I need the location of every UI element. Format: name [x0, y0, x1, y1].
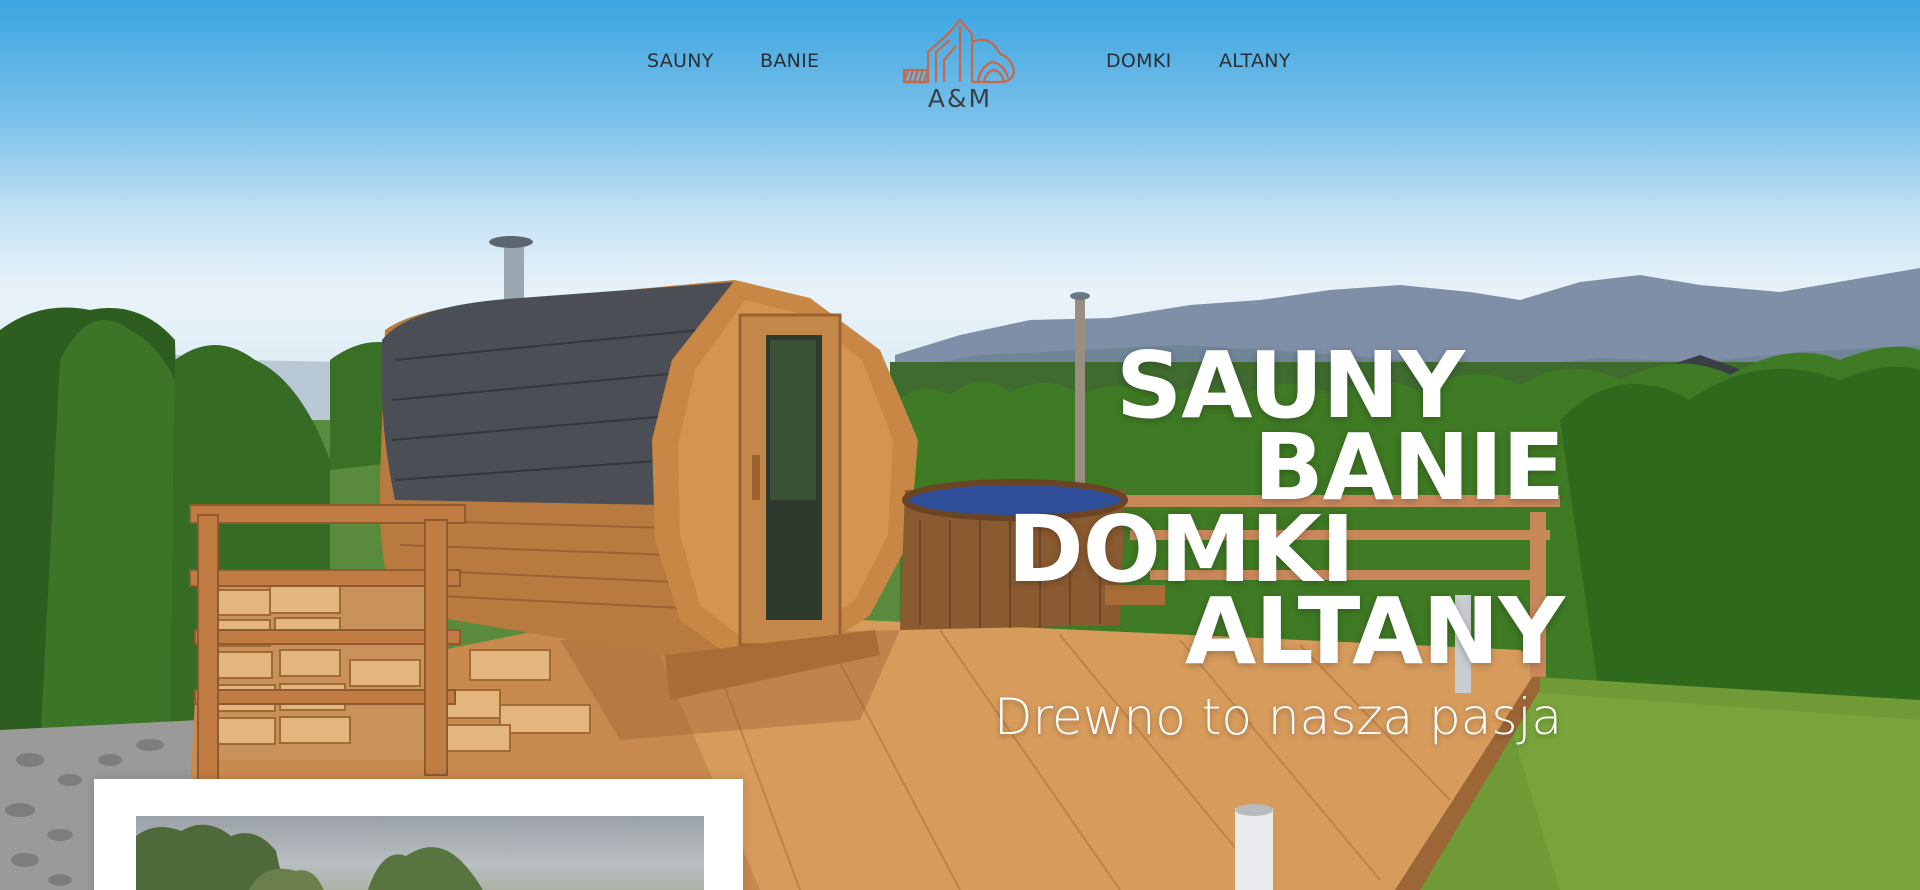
- featured-card[interactable]: [94, 779, 743, 890]
- hero-tagline: Drewno to nasza pasja: [994, 688, 1562, 746]
- nav-link-banie[interactable]: BANIE: [760, 50, 819, 72]
- brand-logo-text: A&M: [927, 84, 993, 113]
- nav-link-domki[interactable]: DOMKI: [1106, 50, 1172, 72]
- hero-headline: SAUNY BANIE DOMKI ALTANY: [944, 340, 1565, 685]
- brand-logo[interactable]: A&M: [900, 12, 1020, 116]
- nav-link-sauny[interactable]: SAUNY: [647, 50, 714, 72]
- nav-link-altany[interactable]: ALTANY: [1219, 50, 1291, 72]
- card-photo-trees: [136, 824, 483, 890]
- featured-card-photo: [136, 816, 704, 890]
- headline-line-altany: ALTANY: [1184, 578, 1565, 685]
